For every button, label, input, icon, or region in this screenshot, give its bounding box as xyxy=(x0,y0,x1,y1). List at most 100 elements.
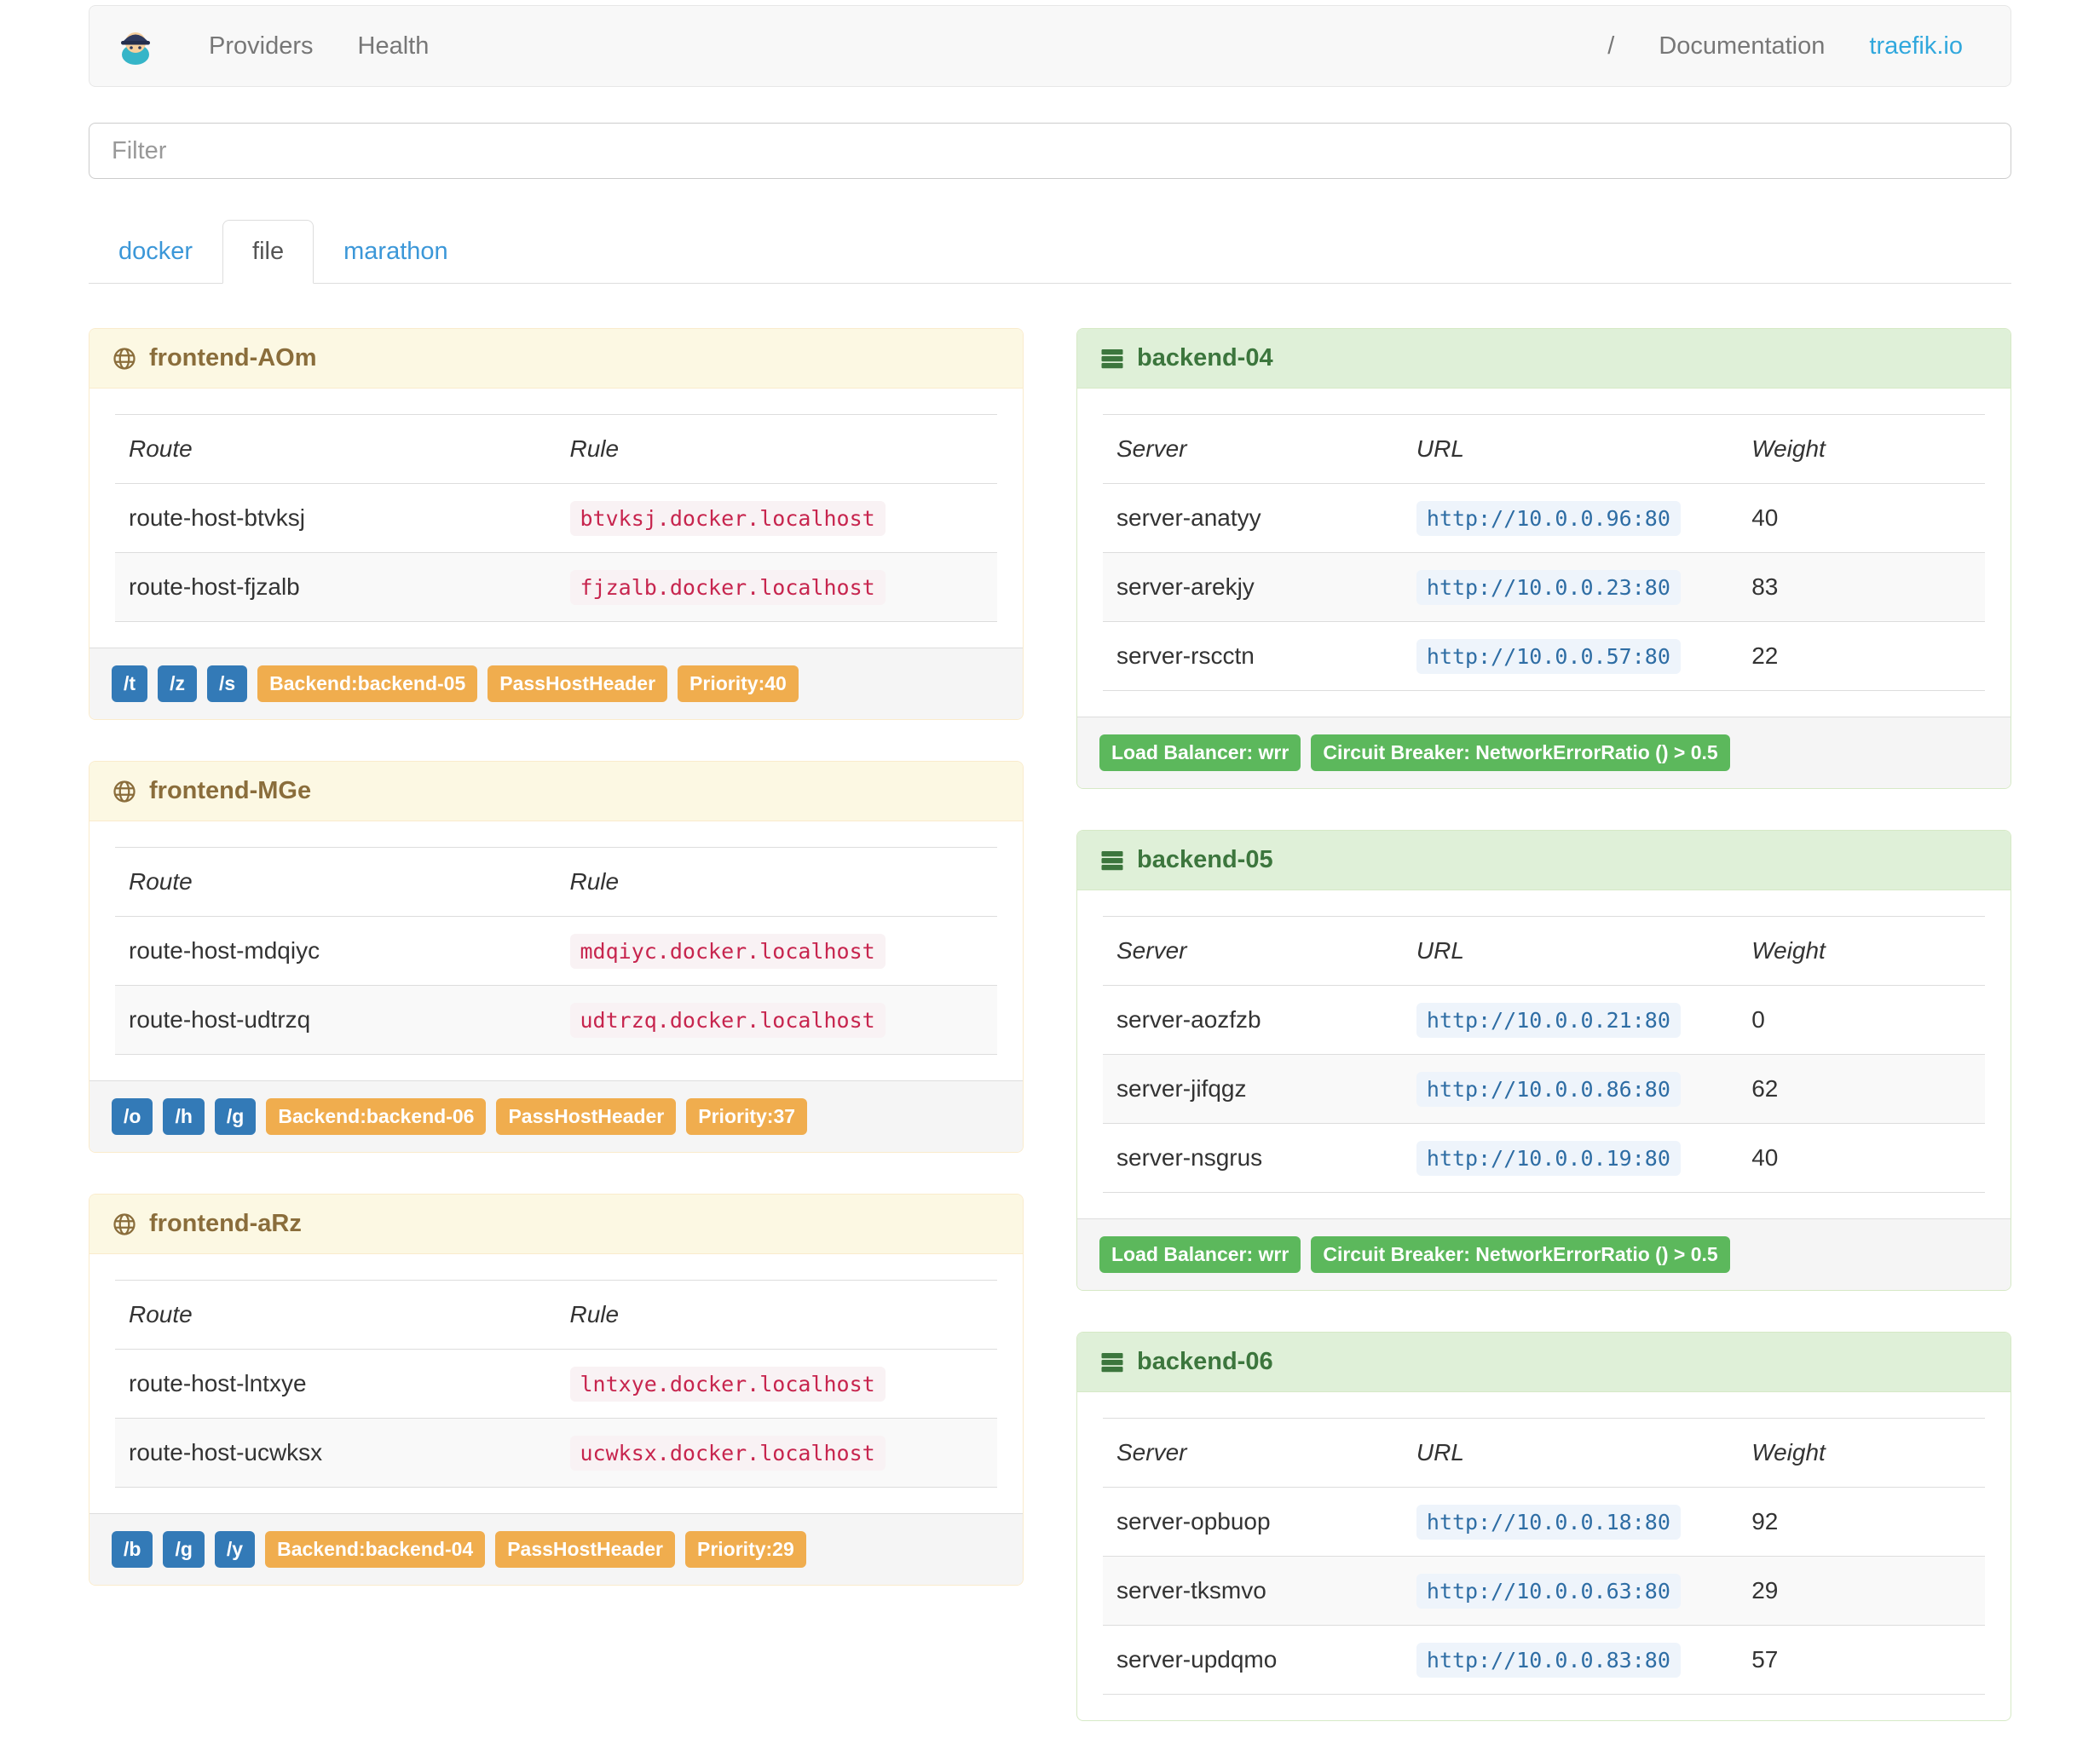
rule-cell: btvksj.docker.localhost xyxy=(556,483,997,553)
server-url-cell: http://10.0.0.21:80 xyxy=(1402,985,1739,1055)
server-name: server-aozfzb xyxy=(1103,985,1403,1055)
routes-table: Route Rule route-host-lntxye lntxye.dock… xyxy=(115,1280,997,1488)
page-container: Providers Health / Documentation traefik… xyxy=(89,5,2011,1762)
route-row: route-host-ucwksx ucwksx.docker.localhos… xyxy=(115,1418,997,1488)
route-row: route-host-fjzalb fjzalb.docker.localhos… xyxy=(115,552,997,622)
backend-panel-backend-04: backend-04 Server URL Weight server-anat… xyxy=(1076,328,2011,789)
rule-code: btvksj.docker.localhost xyxy=(569,501,886,536)
backend-panel-footer: Load Balancer: wrr Circuit Breaker: Netwo… xyxy=(1077,1218,2011,1290)
frontend-panel-footer: /b/g/y Backend:backend-04 PassHostHeader Pr… xyxy=(89,1513,1023,1585)
column-header-url: URL xyxy=(1402,1418,1739,1488)
backend-setting-badge: Load Balancer: wrr xyxy=(1099,1236,1301,1273)
routes-header-row: Route Rule xyxy=(115,847,997,917)
frontend-setting-badge: PassHostHeader xyxy=(495,1531,675,1568)
server-url: http://10.0.0.21:80 xyxy=(1416,1003,1681,1038)
backend-panel-backend-05: backend-05 Server URL Weight server-aozf… xyxy=(1076,830,2011,1291)
routes-tbody: route-host-btvksj btvksj.docker.localhos… xyxy=(115,483,997,622)
rule-cell: lntxye.docker.localhost xyxy=(556,1349,997,1419)
server-weight: 22 xyxy=(1738,621,1985,691)
rule-code: fjzalb.docker.localhost xyxy=(569,570,886,605)
frontend-setting-badge: Backend:backend-05 xyxy=(257,665,478,702)
tab-file[interactable]: file xyxy=(222,220,314,284)
routes-header-row: Route Rule xyxy=(115,1280,997,1350)
route-name: route-host-fjzalb xyxy=(115,552,557,622)
servers-tbody: server-anatyy http://10.0.0.96:80 40 ser… xyxy=(1103,483,1985,691)
servers-tbody: server-opbuop http://10.0.0.18:80 92 ser… xyxy=(1103,1487,1985,1695)
column-header-route: Route xyxy=(115,414,557,484)
server-row: server-jifqgz http://10.0.0.86:80 62 xyxy=(1103,1054,1985,1124)
server-url: http://10.0.0.96:80 xyxy=(1416,501,1681,536)
frontend-title: frontend-AOm xyxy=(149,344,317,371)
frontend-panel-frontend-aRz: frontend-aRz Route Rule route-host-lntxy… xyxy=(89,1194,1024,1586)
routes-tbody: route-host-lntxye lntxye.docker.localhos… xyxy=(115,1349,997,1488)
server-weight: 62 xyxy=(1738,1054,1985,1124)
tab-link[interactable]: file xyxy=(222,220,314,284)
server-row: server-nsgrus http://10.0.0.19:80 40 xyxy=(1103,1123,1985,1193)
traefik-logo[interactable] xyxy=(115,26,156,66)
backend-panel-body: Server URL Weight server-anatyy http://1… xyxy=(1077,389,2011,717)
navbar: Providers Health / Documentation traefik… xyxy=(89,5,2011,87)
frontend-title: frontend-MGe xyxy=(149,777,312,804)
filter-input[interactable] xyxy=(89,123,2011,179)
column-header-url: URL xyxy=(1402,916,1739,986)
column-header-rule: Rule xyxy=(556,1280,997,1350)
rule-cell: fjzalb.docker.localhost xyxy=(556,552,997,622)
server-url: http://10.0.0.57:80 xyxy=(1416,639,1681,674)
backend-setting-badge: Load Balancer: wrr xyxy=(1099,734,1301,771)
entrypoint-badge: /g xyxy=(163,1531,205,1568)
frontend-setting-badge: PassHostHeader xyxy=(496,1098,677,1135)
frontend-panel-heading: frontend-MGe xyxy=(89,762,1023,821)
server-row: server-rscctn http://10.0.0.57:80 22 xyxy=(1103,621,1985,691)
frontend-panel-heading: frontend-AOm xyxy=(89,329,1023,389)
server-url: http://10.0.0.83:80 xyxy=(1416,1643,1681,1678)
server-url: http://10.0.0.19:80 xyxy=(1416,1141,1681,1176)
server-row: server-aozfzb http://10.0.0.21:80 0 xyxy=(1103,985,1985,1055)
tab-link[interactable]: marathon xyxy=(314,220,478,284)
nav-link-providers[interactable]: Providers xyxy=(187,32,336,60)
server-url-cell: http://10.0.0.96:80 xyxy=(1402,483,1739,553)
entrypoint-badge: /s xyxy=(206,665,248,702)
backend-setting-badge: Circuit Breaker: NetworkErrorRatio () > … xyxy=(1311,1236,1730,1273)
nav-link-health[interactable]: Health xyxy=(336,32,452,60)
backend-panel-body: Server URL Weight server-opbuop http://1… xyxy=(1077,1392,2011,1720)
column-header-server: Server xyxy=(1103,1418,1403,1488)
server-weight: 57 xyxy=(1738,1625,1985,1695)
nav-link-documentation[interactable]: Documentation xyxy=(1636,32,1847,60)
server-icon xyxy=(1101,1352,1123,1372)
rule-cell: mdqiyc.docker.localhost xyxy=(556,916,997,986)
frontends-column: frontend-AOm Route Rule route-host-btvks… xyxy=(89,328,1024,1627)
server-name: server-anatyy xyxy=(1103,483,1403,553)
server-url-cell: http://10.0.0.63:80 xyxy=(1402,1556,1739,1626)
frontend-panel-footer: /t/z/s Backend:backend-05 PassHostHeader Pr… xyxy=(89,648,1023,719)
server-name: server-updqmo xyxy=(1103,1625,1403,1695)
globe-icon xyxy=(113,780,136,803)
frontend-setting-badge: Priority:29 xyxy=(685,1531,806,1568)
navbar-right: / Documentation traefik.io xyxy=(1585,32,1985,60)
servers-tbody: server-aozfzb http://10.0.0.21:80 0 serv… xyxy=(1103,985,1985,1193)
column-header-weight: Weight xyxy=(1738,916,1985,986)
column-header-weight: Weight xyxy=(1738,1418,1985,1488)
tab-marathon[interactable]: marathon xyxy=(314,220,478,284)
column-header-server: Server xyxy=(1103,414,1403,484)
traefik-logo-icon xyxy=(121,32,150,65)
backend-panel-heading: backend-04 xyxy=(1077,329,2011,389)
route-name: route-host-btvksj xyxy=(115,483,557,553)
route-row: route-host-btvksj btvksj.docker.localhos… xyxy=(115,483,997,553)
nav-link-traefik-io[interactable]: traefik.io xyxy=(1847,32,1985,60)
frontend-panel-frontend-MGe: frontend-MGe Route Rule route-host-mdqiy… xyxy=(89,761,1024,1153)
server-name: server-tksmvo xyxy=(1103,1556,1403,1626)
backends-column: backend-04 Server URL Weight server-anat… xyxy=(1076,328,2011,1762)
frontend-setting-badge: Backend:backend-06 xyxy=(266,1098,487,1135)
frontend-panel-footer: /o/h/g Backend:backend-06 PassHostHeader Pr… xyxy=(89,1080,1023,1152)
servers-table: Server URL Weight server-opbuop http://1… xyxy=(1103,1418,1985,1695)
tab-docker[interactable]: docker xyxy=(89,220,222,284)
entrypoint-badge: /h xyxy=(163,1098,205,1135)
server-url-cell: http://10.0.0.23:80 xyxy=(1402,552,1739,622)
routes-table: Route Rule route-host-btvksj btvksj.dock… xyxy=(115,414,997,622)
server-name: server-rscctn xyxy=(1103,621,1403,691)
globe-icon xyxy=(113,1212,136,1235)
tab-link[interactable]: docker xyxy=(89,220,222,284)
column-header-rule: Rule xyxy=(556,847,997,917)
route-name: route-host-mdqiyc xyxy=(115,916,557,986)
servers-table: Server URL Weight server-anatyy http://1… xyxy=(1103,414,1985,691)
